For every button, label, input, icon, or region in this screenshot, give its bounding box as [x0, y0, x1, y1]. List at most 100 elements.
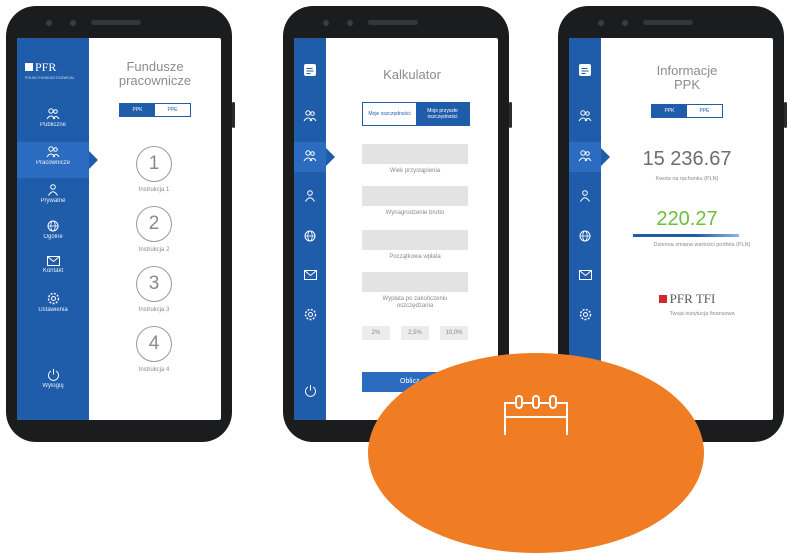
salary-label: Wynagrodzenie brutto — [385, 210, 445, 216]
person-icon — [580, 190, 590, 202]
nav-label: Ogólne — [43, 234, 63, 240]
document-icon — [579, 64, 591, 76]
payout-label: Wypłata po zakończeniu oszczędzania — [382, 296, 448, 309]
gear-icon — [579, 308, 591, 321]
nav-logout[interactable]: Wyloguj — [17, 368, 89, 389]
step-label: Instrukcja 4 — [138, 367, 170, 373]
nav-pracownicze[interactable] — [294, 150, 326, 162]
step-number: 1 — [136, 146, 172, 182]
nav-ustawienia[interactable]: Ustawienia — [17, 292, 89, 313]
page-title: Informacje PPK — [656, 63, 718, 92]
toggle-ppk[interactable]: PPK — [120, 104, 155, 116]
person-icon — [48, 184, 58, 196]
nav-ustawienia[interactable] — [569, 308, 601, 321]
nav-kontakt[interactable] — [569, 270, 601, 280]
envelope-icon — [303, 270, 317, 280]
phone-frame-funds: PFR POLSKI FUNDUSZ ROZWOJU Publiczne Pra… — [6, 6, 235, 442]
nav-label: Prywatne — [40, 198, 66, 204]
nav-ogolne[interactable] — [569, 230, 601, 242]
pfr-tfi-logo: PFR TFI — [601, 291, 773, 307]
step-number: 2 — [136, 206, 172, 242]
nav-kontakt[interactable] — [294, 270, 326, 280]
step-label: Instrukcja 1 — [138, 187, 170, 193]
nav-prywatne[interactable] — [569, 190, 601, 202]
person-icon — [305, 190, 315, 202]
account-balance-label: Kwota na rachunku (PLN) — [655, 176, 719, 182]
savings-toggle[interactable]: Moje oszczędności Moje przyszłe oszczędn… — [362, 102, 470, 126]
toggle-ppe[interactable]: PPE — [155, 104, 190, 116]
nav-ogolne[interactable]: Ogólne — [17, 220, 89, 240]
globe-icon — [304, 230, 316, 242]
people-icon — [46, 108, 60, 120]
step-number: 3 — [136, 266, 172, 302]
nav-prywatne[interactable] — [294, 190, 326, 202]
funds-screen: PFR POLSKI FUNDUSZ ROZWOJU Publiczne Pra… — [17, 38, 221, 420]
nav-publiczne[interactable]: Publiczne — [17, 108, 89, 128]
nav-label: Kontakt — [42, 268, 64, 274]
globe-icon — [47, 220, 59, 232]
people-icon — [578, 150, 592, 162]
nav-label: Publiczne — [39, 122, 66, 128]
nav-label: Ustawienia — [38, 307, 68, 313]
sidebar — [294, 38, 326, 420]
nav-pracownicze[interactable]: Pracownicze — [17, 146, 89, 166]
toggle-future-savings[interactable]: Moje przyszłe oszczędności — [416, 103, 469, 125]
globe-icon — [579, 230, 591, 242]
nav-publiczne[interactable] — [294, 110, 326, 122]
toggle-ppk[interactable]: PPK — [652, 105, 687, 117]
calendar-icon — [504, 395, 568, 435]
change-bar — [633, 234, 739, 237]
step-3[interactable]: 3 Instrukcja 3 — [119, 266, 189, 313]
age-label: Wiek przystąpienia — [389, 168, 441, 174]
document-icon — [304, 64, 316, 76]
envelope-icon — [46, 256, 60, 266]
pfr-logo: PFR POLSKI FUNDUSZ ROZWOJU — [25, 60, 75, 80]
nav-label: Wyloguj — [42, 383, 64, 389]
people-icon — [578, 110, 592, 122]
people-icon — [303, 110, 317, 122]
nav-ustawienia[interactable] — [294, 308, 326, 321]
pct-option-1[interactable]: 2% — [362, 326, 390, 340]
page-title: Fundusze pracownicze — [118, 59, 192, 88]
people-icon — [303, 150, 317, 162]
age-input[interactable] — [362, 144, 468, 164]
power-icon — [304, 385, 316, 397]
sidebar: PFR POLSKI FUNDUSZ ROZWOJU Publiczne Pra… — [17, 38, 89, 420]
nav-publiczne[interactable] — [569, 110, 601, 122]
step-number: 4 — [136, 326, 172, 362]
step-2[interactable]: 2 Instrukcja 2 — [119, 206, 189, 253]
nav-prywatne[interactable]: Prywatne — [17, 184, 89, 204]
info-content: Informacje PPK PPK PPE 15 236.67 Kwota na… — [601, 38, 773, 420]
nav-kontakt[interactable]: Kontakt — [17, 256, 89, 274]
toggle-ppe[interactable]: PPE — [687, 105, 722, 117]
account-balance: 15 236.67 — [642, 148, 732, 170]
page-title: Kalkulator — [383, 67, 441, 82]
funds-content: Fundusze pracownicze PPK PPE 1 Instrukcja… — [89, 38, 221, 420]
step-label: Instrukcja 2 — [138, 247, 170, 253]
toggle-my-savings[interactable]: Moje oszczędności — [363, 103, 416, 125]
people-icon — [46, 146, 60, 158]
ppk-ppe-toggle[interactable]: PPK PPE — [119, 103, 191, 117]
daily-change-label: Dzienna zmiana wartości portfela (PLN) — [653, 242, 751, 248]
gear-icon — [304, 308, 316, 321]
step-1[interactable]: 1 Instrukcja 1 — [119, 146, 189, 193]
step-4[interactable]: 4 Instrukcja 4 — [119, 326, 189, 373]
daily-change: 220.27 — [656, 208, 718, 230]
institution-label: Twoja instytucja finansowa — [669, 311, 735, 317]
pct-option-2[interactable]: 2,5% — [401, 326, 429, 340]
power-icon — [47, 369, 59, 381]
ppk-ppe-toggle[interactable]: PPK PPE — [651, 104, 723, 118]
initial-payment-label: Początkowa wpłata — [389, 254, 441, 260]
pct-option-3[interactable]: 10,0% — [440, 326, 468, 340]
orange-badge — [368, 353, 704, 553]
envelope-icon — [578, 270, 592, 280]
salary-input[interactable] — [362, 186, 468, 206]
nav-label: Pracownicze — [35, 160, 70, 166]
step-label: Instrukcja 3 — [138, 307, 170, 313]
initial-payment-input[interactable] — [362, 230, 468, 250]
nav-logout[interactable] — [294, 384, 326, 397]
gear-icon — [47, 292, 59, 305]
payout-input[interactable] — [362, 272, 468, 292]
nav-ogolne[interactable] — [294, 230, 326, 242]
nav-pracownicze[interactable] — [569, 150, 601, 162]
